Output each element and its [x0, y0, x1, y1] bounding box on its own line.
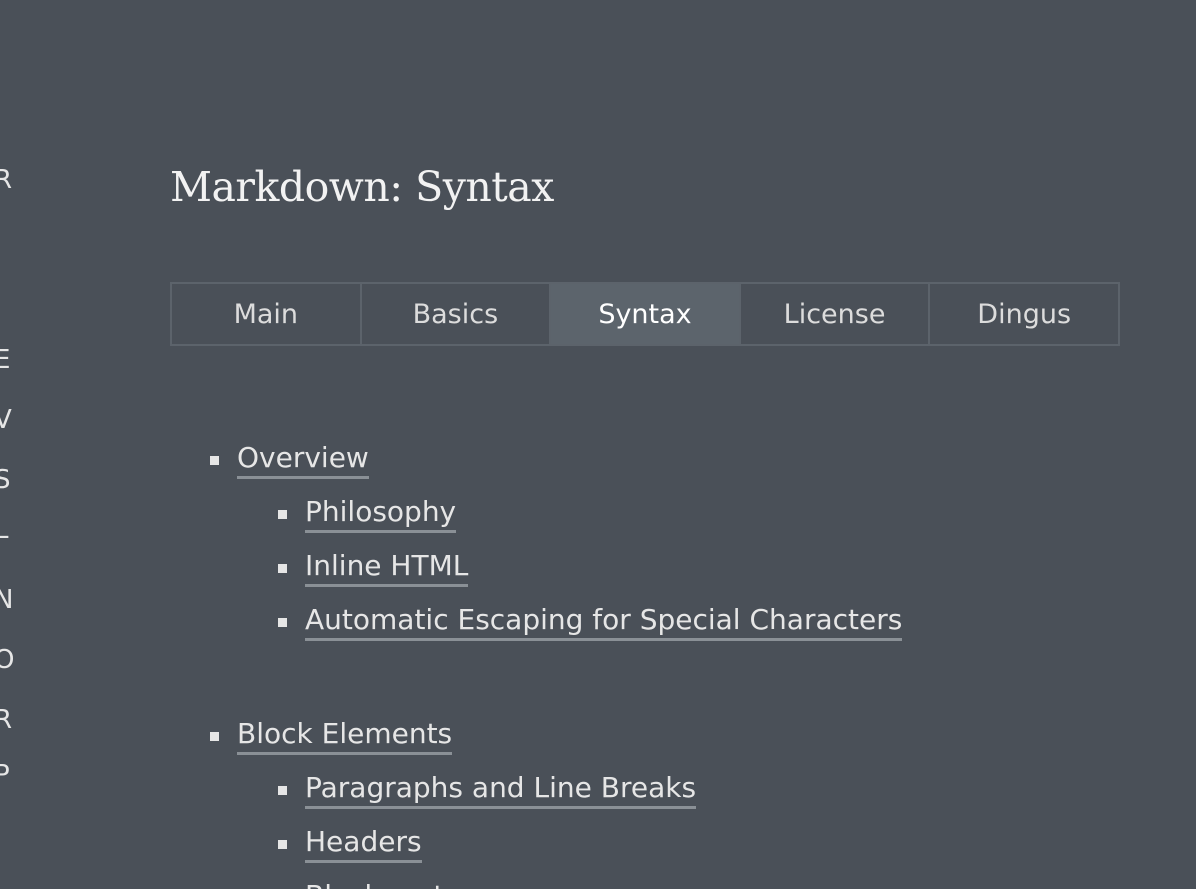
- tab-basics[interactable]: Basics: [362, 284, 552, 344]
- toc-link-inline-html[interactable]: Inline HTML: [305, 548, 469, 587]
- bullet-icon: [278, 618, 287, 627]
- toc-link-philosophy[interactable]: Philosophy: [305, 494, 457, 533]
- page-title: Markdown: Syntax: [170, 163, 554, 211]
- list-item: Paragraphs and Line Breaks: [170, 762, 1170, 816]
- edge-letter: L: [0, 515, 9, 545]
- nav-tabs: Main Basics Syntax License Dingus: [170, 282, 1120, 346]
- list-item: Block Elements: [170, 708, 1170, 762]
- edge-letter: R: [0, 165, 13, 195]
- tab-dingus[interactable]: Dingus: [930, 284, 1118, 344]
- list-item: Blockquotes: [170, 870, 1170, 889]
- list-item: Automatic Escaping for Special Character…: [170, 594, 1170, 648]
- list-item: Headers: [170, 816, 1170, 870]
- list-item: Inline HTML: [170, 540, 1170, 594]
- edge-letter: O: [0, 645, 14, 675]
- page: R E V S L N O R P Markdown: Syntax Main …: [0, 0, 1196, 889]
- bullet-icon: [278, 510, 287, 519]
- bullet-icon: [278, 840, 287, 849]
- edge-letter: E: [0, 345, 11, 375]
- table-of-contents: Overview Philosophy Inline HTML Automati…: [170, 432, 1170, 889]
- bullet-icon: [278, 786, 287, 795]
- toc-link-blockquotes[interactable]: Blockquotes: [305, 878, 476, 889]
- toc-link-block-elements[interactable]: Block Elements: [237, 716, 453, 755]
- bullet-icon: [278, 564, 287, 573]
- bullet-icon: [210, 456, 219, 465]
- edge-letter: S: [0, 465, 11, 495]
- list-item: Overview: [170, 432, 1170, 486]
- toc-link-automatic-escaping[interactable]: Automatic Escaping for Special Character…: [305, 602, 903, 641]
- toc-link-overview[interactable]: Overview: [237, 440, 369, 479]
- edge-letter: V: [0, 405, 12, 435]
- tab-main[interactable]: Main: [172, 284, 362, 344]
- bullet-icon: [210, 732, 219, 741]
- toc-link-paragraphs[interactable]: Paragraphs and Line Breaks: [305, 770, 697, 809]
- tab-syntax[interactable]: Syntax: [551, 284, 741, 344]
- list-item: Philosophy: [170, 486, 1170, 540]
- toc-link-headers[interactable]: Headers: [305, 824, 422, 863]
- edge-letter: P: [0, 760, 10, 790]
- edge-letter: R: [0, 705, 13, 735]
- left-edge-clipped-menu: R E V S L N O R P: [0, 0, 14, 889]
- tab-license[interactable]: License: [741, 284, 931, 344]
- edge-letter: N: [0, 585, 14, 615]
